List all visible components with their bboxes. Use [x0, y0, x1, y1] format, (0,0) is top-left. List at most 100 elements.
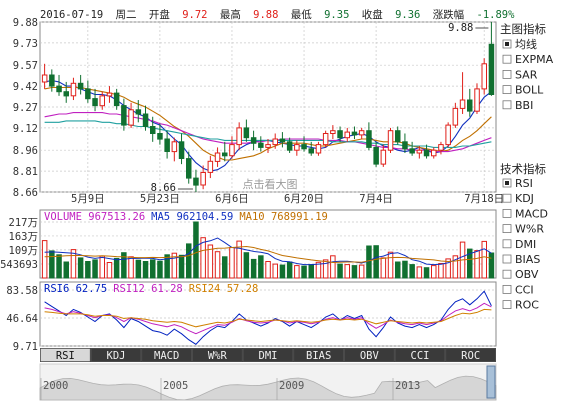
tech-indicator-label[interactable]: MACD — [515, 207, 548, 220]
tech-indicator-label[interactable]: RSI — [515, 177, 533, 190]
volume-legend-item: VOLUME 967513.26 — [44, 211, 145, 223]
header-low: 9.35 — [324, 9, 349, 21]
tech-indicator-checkbox[interactable] — [502, 224, 512, 234]
volume-y-axis: 217万 163万 109万 543693 — [0, 217, 38, 271]
price-x-tick: 6月6日 — [215, 193, 249, 205]
tech-indicator-label[interactable]: W%R — [515, 223, 544, 236]
candle-body — [380, 149, 387, 165]
tech-indicator-label[interactable]: KDJ — [515, 192, 534, 205]
main-indicator-checkbox[interactable] — [502, 70, 512, 79]
rsi-y-tick: 83.58 — [6, 285, 38, 297]
candle-body — [286, 141, 293, 151]
overview-range-handle[interactable] — [486, 365, 496, 399]
candle-body — [49, 74, 55, 87]
volume-bar — [373, 245, 379, 279]
tech-indicator-label[interactable]: OBV — [515, 268, 539, 281]
tech-indicator-checkbox[interactable] — [502, 254, 512, 264]
tech-indicator-checkbox[interactable] — [502, 193, 512, 203]
rsi-y-tick: 9.71 — [13, 341, 38, 353]
tab-label: W%R — [208, 350, 228, 362]
tech-indicator-checkbox[interactable] — [502, 239, 512, 249]
volume-bar — [358, 264, 365, 279]
volume-bar — [128, 256, 134, 279]
header-change: -1.89% — [477, 9, 516, 21]
candle-body — [279, 138, 286, 143]
candle-body — [150, 126, 156, 134]
candle-body — [99, 95, 105, 107]
rsi-legend: RSI6 62.75 RSI12 61.28 RSI24 57.28 — [44, 283, 258, 295]
volume-bar — [438, 263, 444, 279]
candle-body — [322, 133, 329, 146]
main-indicator-label[interactable]: BOLL — [515, 84, 544, 97]
high-annotation: 9.88 — [448, 22, 473, 34]
volume-bar — [337, 263, 343, 279]
price-y-tick: 8.66 — [13, 187, 38, 199]
candle-body — [92, 98, 98, 107]
main-indicator-label[interactable]: EXPMA — [515, 53, 554, 66]
overview-year-label: 2013 — [395, 380, 420, 392]
tech-indicator-label[interactable]: DMI — [515, 238, 536, 251]
volume-bar — [250, 258, 257, 279]
main-indicator-label[interactable]: 均线 — [515, 37, 537, 51]
main-indicator-checkbox[interactable] — [502, 100, 512, 110]
main-indicator-label[interactable]: BBI — [515, 99, 533, 112]
candle-body — [77, 82, 84, 90]
tab-label: DMI — [259, 350, 278, 362]
volume-ma10-line — [44, 245, 492, 264]
tech-indicator-title: 技术指标 — [500, 162, 546, 176]
candle-body — [358, 130, 365, 136]
tech-indicator-checkbox[interactable] — [502, 300, 512, 310]
tech-indicator-checkbox[interactable] — [502, 208, 512, 218]
tech-indicator-label[interactable]: ROC — [515, 299, 539, 312]
header-low-label: 最低 — [291, 8, 312, 21]
volume-bar — [142, 261, 149, 279]
volume-y-tick: 163万 — [9, 231, 38, 243]
main-indicator-checkbox[interactable] — [502, 54, 512, 64]
main-indicator-checkbox-mark — [505, 42, 509, 46]
main-indicator-list: 均线 EXPMA SAR BOLL BBI — [502, 37, 554, 112]
candle-body — [445, 124, 451, 146]
volume-bar — [92, 259, 98, 279]
main-indicator-label[interactable]: SAR — [515, 68, 538, 81]
volume-bar — [366, 245, 372, 279]
price-y-tick: 9.42 — [13, 81, 38, 93]
volume-bar — [200, 237, 206, 279]
tab-label: MACD — [154, 350, 179, 362]
volume-grid — [40, 221, 496, 265]
candle-body — [330, 130, 336, 134]
candle-body — [56, 85, 62, 93]
rsi-line-rsi12 — [44, 302, 492, 335]
candle-body — [294, 144, 300, 151]
volume-bar — [402, 260, 408, 279]
volume-bar — [243, 252, 250, 279]
candle-body — [481, 63, 487, 90]
volume-bar — [178, 254, 185, 279]
tech-indicator-label[interactable]: CCI — [515, 283, 534, 296]
price-x-tick: 5月9日 — [71, 193, 105, 205]
header-high-label: 最高 — [220, 8, 241, 21]
volume-bar — [301, 265, 307, 279]
main-indicator-checkbox[interactable] — [502, 85, 512, 94]
candle-body — [106, 92, 113, 97]
candle-body — [178, 141, 185, 160]
volume-bar — [387, 251, 394, 279]
candle-body — [351, 131, 358, 136]
watermark-text[interactable]: 点击看大图 — [243, 177, 298, 191]
volume-bar — [308, 264, 314, 279]
candle-body — [474, 88, 480, 112]
volume-bar — [150, 259, 156, 279]
volume-bar — [222, 256, 228, 279]
volume-bar — [56, 254, 62, 279]
tab-label: ROC — [461, 350, 480, 362]
price-y-tick: 8.81 — [13, 166, 38, 178]
tech-indicator-label[interactable]: BIAS — [515, 253, 540, 266]
price-y-tick: 9.73 — [13, 38, 38, 50]
candle-body — [272, 138, 278, 146]
volume-bar — [416, 266, 423, 279]
candle-body — [250, 137, 257, 144]
tech-indicator-checkbox-mark — [505, 181, 509, 185]
candle-body — [416, 149, 423, 154]
volume-bar — [409, 264, 415, 279]
tech-indicator-checkbox[interactable] — [502, 269, 512, 279]
tech-indicator-checkbox[interactable] — [502, 284, 512, 294]
